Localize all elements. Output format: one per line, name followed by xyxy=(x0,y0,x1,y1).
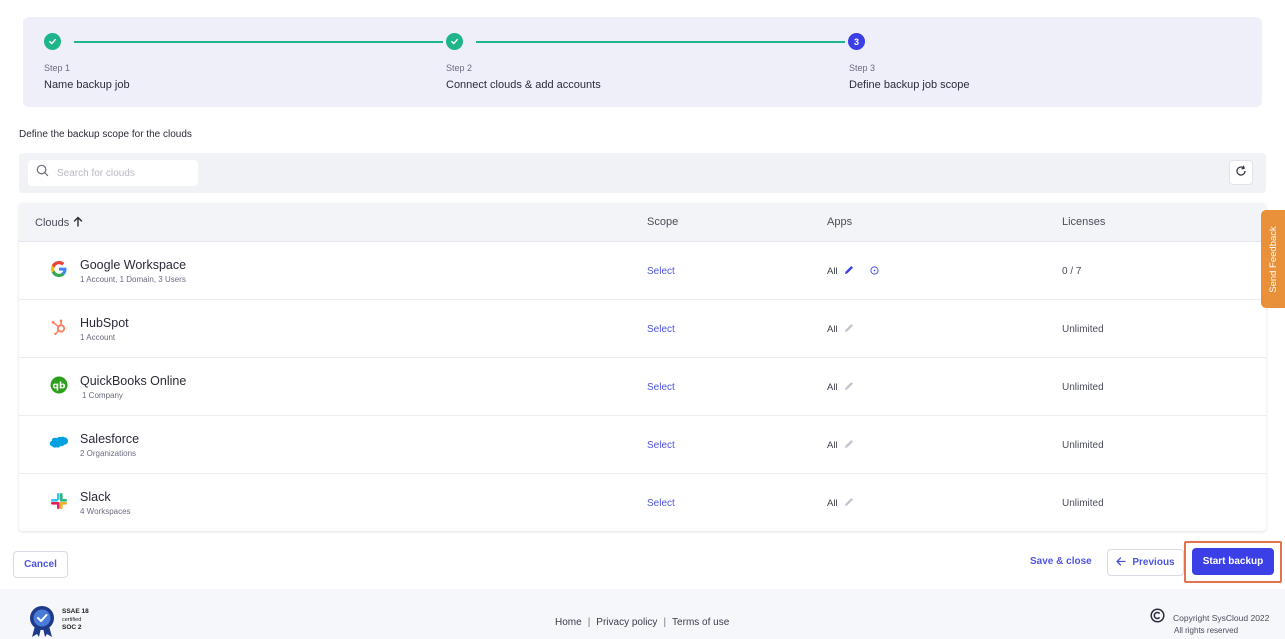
table-header: Clouds Scope Apps Licenses xyxy=(19,203,1266,242)
table-row: Google Workspace 1 Account, 1 Domain, 3 … xyxy=(19,242,1266,300)
hubspot-logo-icon xyxy=(47,315,71,339)
scope-column-header: Scope xyxy=(647,216,679,228)
step-1-name: Name backup job xyxy=(44,79,130,91)
terms-of-use-link[interactable]: Terms of use xyxy=(672,617,729,628)
license-value: 0 / 7 xyxy=(1062,266,1082,277)
apps-cell: All xyxy=(827,264,879,279)
cloud-accounts-summary: 2 Organizations xyxy=(80,449,137,458)
soc2-badge-text: SSAE 18 certified SOC 2 xyxy=(62,608,89,632)
cloud-name: Slack xyxy=(80,490,111,504)
license-value: Unlimited xyxy=(1062,498,1104,509)
rights-reserved: All rights reserved xyxy=(1174,626,1239,635)
slack-logo-icon xyxy=(47,489,71,513)
pencil-icon xyxy=(843,438,855,453)
licenses-column-header: Licenses xyxy=(1062,216,1106,228)
clouds-table: Clouds Scope Apps Licenses Google Worksp… xyxy=(19,203,1266,531)
send-feedback-label: Send Feedback xyxy=(1267,225,1279,293)
search-box[interactable] xyxy=(28,160,198,186)
select-scope-link[interactable]: Select xyxy=(647,382,675,393)
apps-value: All xyxy=(827,440,838,451)
apps-value: All xyxy=(827,266,838,277)
pencil-icon xyxy=(843,322,855,337)
select-scope-link[interactable]: Select xyxy=(647,324,675,335)
apps-column-header: Apps xyxy=(827,216,853,228)
clouds-header-label: Clouds xyxy=(35,217,70,229)
license-value: Unlimited xyxy=(1062,324,1104,335)
sort-arrow-up-icon xyxy=(73,216,83,230)
info-icon[interactable] xyxy=(869,265,879,278)
badge-line-2: certified xyxy=(62,617,82,623)
cloud-accounts-summary: 1 Company xyxy=(82,391,123,400)
scope-title: Define the backup scope for the clouds xyxy=(19,129,192,140)
cancel-button[interactable]: Cancel xyxy=(13,551,68,578)
footer: SSAE 18 certified SOC 2 Home | Privacy p… xyxy=(0,589,1285,639)
link-separator: | xyxy=(587,617,591,628)
privacy-policy-link[interactable]: Privacy policy xyxy=(596,617,657,628)
step-connector xyxy=(74,41,443,43)
save-close-button[interactable]: Save & close xyxy=(1030,556,1092,567)
table-row: HubSpot 1 Account Select All Unlimited xyxy=(19,300,1266,358)
pencil-icon xyxy=(843,496,855,511)
apps-value: All xyxy=(827,324,838,335)
footer-links: Home | Privacy policy | Terms of use xyxy=(555,617,729,628)
step-3-badge: 3 xyxy=(848,33,865,50)
step-2-number: Step 2 xyxy=(446,63,473,73)
cloud-name: QuickBooks Online xyxy=(80,374,187,388)
previous-label: Previous xyxy=(1132,557,1175,568)
step-2-check-icon xyxy=(446,33,463,50)
table-row: Salesforce 2 Organizations Select All Un… xyxy=(19,416,1266,474)
arrow-left-icon xyxy=(1116,556,1127,569)
home-link[interactable]: Home xyxy=(555,617,582,628)
salesforce-logo-icon xyxy=(47,431,71,455)
start-backup-button[interactable]: Start backup xyxy=(1192,548,1274,575)
step-1-check-icon xyxy=(44,33,61,50)
search-toolbar xyxy=(19,153,1266,193)
step-connector xyxy=(476,41,845,43)
cloud-name: Salesforce xyxy=(80,432,140,446)
apps-value: All xyxy=(827,382,838,393)
apps-cell: All xyxy=(827,496,855,511)
apps-cell: All xyxy=(827,322,855,337)
clouds-column-header[interactable]: Clouds xyxy=(35,216,83,230)
google-logo-icon xyxy=(47,257,71,281)
badge-line-3: SOC 2 xyxy=(62,624,82,631)
cloud-accounts-summary: 4 Workspaces xyxy=(80,507,131,516)
copyright-icon xyxy=(1150,608,1165,628)
table-row: qb QuickBooks Online 1 Company Select Al… xyxy=(19,358,1266,416)
select-scope-link[interactable]: Select xyxy=(647,498,675,509)
badge-line-1: SSAE 18 xyxy=(62,608,89,615)
stepper: 3 Step 1 Name backup job Step 2 Connect … xyxy=(23,17,1262,107)
apps-cell: All xyxy=(827,380,855,395)
send-feedback-tab[interactable]: Send Feedback xyxy=(1261,210,1285,308)
quickbooks-logo-icon: qb xyxy=(47,373,71,397)
refresh-button[interactable] xyxy=(1229,160,1253,185)
pencil-icon[interactable] xyxy=(843,264,855,279)
refresh-icon xyxy=(1235,164,1247,182)
cloud-accounts-summary: 1 Account xyxy=(80,333,116,342)
copyright: Copyright SysCloud 2022 xyxy=(1150,608,1269,628)
pencil-icon xyxy=(843,380,855,395)
apps-value: All xyxy=(827,498,838,509)
step-3-number: Step 3 xyxy=(849,63,876,73)
cloud-name: Google Workspace xyxy=(80,258,187,272)
search-input[interactable] xyxy=(57,167,187,179)
step-3-name: Define backup job scope xyxy=(849,79,970,91)
step-2-name: Connect clouds & add accounts xyxy=(446,79,601,91)
link-separator: | xyxy=(663,617,667,628)
license-value: Unlimited xyxy=(1062,382,1104,393)
soc2-badge-icon xyxy=(27,604,57,639)
select-scope-link[interactable]: Select xyxy=(647,440,675,451)
copyright-text: Copyright SysCloud 2022 xyxy=(1173,613,1270,623)
license-value: Unlimited xyxy=(1062,440,1104,451)
search-icon xyxy=(36,164,49,182)
cloud-accounts-summary: 1 Account, 1 Domain, 3 Users xyxy=(80,275,186,284)
select-scope-link[interactable]: Select xyxy=(647,266,675,277)
apps-cell: All xyxy=(827,438,855,453)
table-row: Slack 4 Workspaces Select All Unlimited xyxy=(19,474,1266,531)
cloud-name: HubSpot xyxy=(80,316,129,330)
previous-button[interactable]: Previous xyxy=(1107,549,1184,576)
svg-text:qb: qb xyxy=(53,381,66,391)
step-1-number: Step 1 xyxy=(44,63,71,73)
